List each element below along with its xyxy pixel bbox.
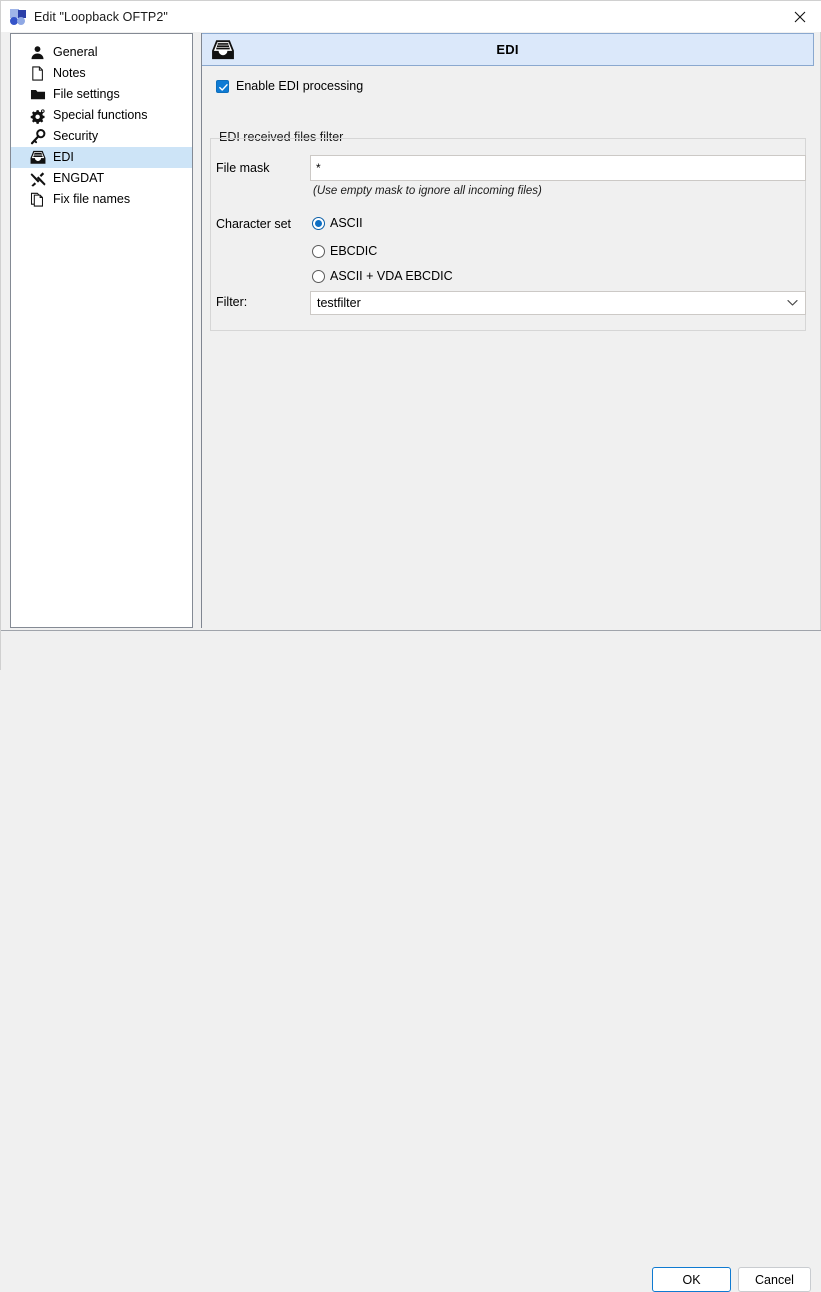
radio-unselected-icon — [312, 244, 325, 258]
radio-ebcdic[interactable]: EBCDIC — [312, 244, 377, 258]
filter-dropdown[interactable]: testfilter — [310, 291, 806, 315]
panel-header: EDI — [202, 33, 814, 66]
tools-icon — [29, 170, 46, 187]
sidebar-item-general[interactable]: General — [11, 42, 192, 63]
dialog-footer: OK Cancel — [1, 631, 821, 1292]
settings-sidebar[interactable]: General Notes File settings Special func… — [10, 33, 193, 628]
folder-icon — [29, 86, 46, 103]
inbox-tray-icon — [210, 37, 236, 63]
sidebar-item-label: ENGDAT — [53, 171, 105, 186]
sidebar-item-label: Fix file names — [53, 192, 131, 207]
radio-label: ASCII + VDA EBCDIC — [330, 269, 453, 283]
sidebar-item-fix-file-names[interactable]: Fix file names — [11, 189, 192, 210]
cancel-button[interactable]: Cancel — [738, 1267, 811, 1292]
sidebar-item-label: Special functions — [53, 108, 148, 123]
copy-document-icon — [29, 191, 46, 208]
sidebar-item-label: General — [53, 45, 98, 60]
sidebar-item-notes[interactable]: Notes — [11, 63, 192, 84]
radio-label: ASCII — [330, 216, 363, 230]
radio-unselected-icon — [312, 269, 325, 283]
file-mask-label: File mask — [216, 161, 270, 175]
close-icon[interactable] — [777, 1, 821, 32]
file-mask-hint: (Use empty mask to ignore all incoming f… — [313, 185, 542, 197]
checkbox-checked-icon — [216, 79, 229, 93]
filter-label: Filter: — [216, 295, 248, 309]
radio-label: EBCDIC — [330, 244, 378, 258]
window-controls — [777, 1, 821, 32]
edit-loopback-oftp2-dialog: Edit "Loopback OFTP2" General Notes File… — [0, 0, 821, 1292]
title-bar: Edit "Loopback OFTP2" — [1, 1, 821, 32]
radio-ascii-vda-ebcdic[interactable]: ASCII + VDA EBCDIC — [312, 269, 453, 283]
inbox-tray-icon — [29, 149, 46, 166]
enable-edi-processing-checkbox[interactable]: Enable EDI processing — [216, 79, 363, 93]
character-set-label: Character set — [216, 217, 292, 231]
sidebar-item-label: EDI — [53, 150, 74, 165]
sidebar-item-engdat[interactable]: ENGDAT — [11, 168, 192, 189]
sidebar-item-label: Notes — [53, 66, 86, 81]
ok-button[interactable]: OK — [652, 1267, 731, 1292]
radio-selected-icon — [312, 216, 325, 230]
gear-icon — [29, 107, 46, 124]
file-mask-input[interactable] — [310, 155, 806, 181]
user-icon — [29, 44, 46, 61]
sidebar-item-special-functions[interactable]: Special functions — [11, 105, 192, 126]
page-title: EDI — [496, 42, 519, 57]
document-icon — [29, 65, 46, 82]
key-icon — [29, 128, 46, 145]
app-logo-icon — [10, 8, 26, 25]
window-title: Edit "Loopback OFTP2" — [34, 9, 168, 24]
sidebar-item-security[interactable]: Security — [11, 126, 192, 147]
sidebar-item-label: File settings — [53, 87, 120, 102]
radio-ascii[interactable]: ASCII — [312, 216, 363, 230]
sidebar-item-edi[interactable]: EDI — [11, 147, 192, 168]
edi-settings-panel: EDI Enable EDI processing EDI received f… — [201, 33, 814, 628]
sidebar-item-label: Security — [53, 129, 99, 144]
sidebar-item-file-settings[interactable]: File settings — [11, 84, 192, 105]
filter-selected-value: testfilter — [317, 296, 361, 310]
enable-edi-processing-label: Enable EDI processing — [236, 79, 364, 93]
chevron-down-icon[interactable] — [779, 299, 805, 307]
